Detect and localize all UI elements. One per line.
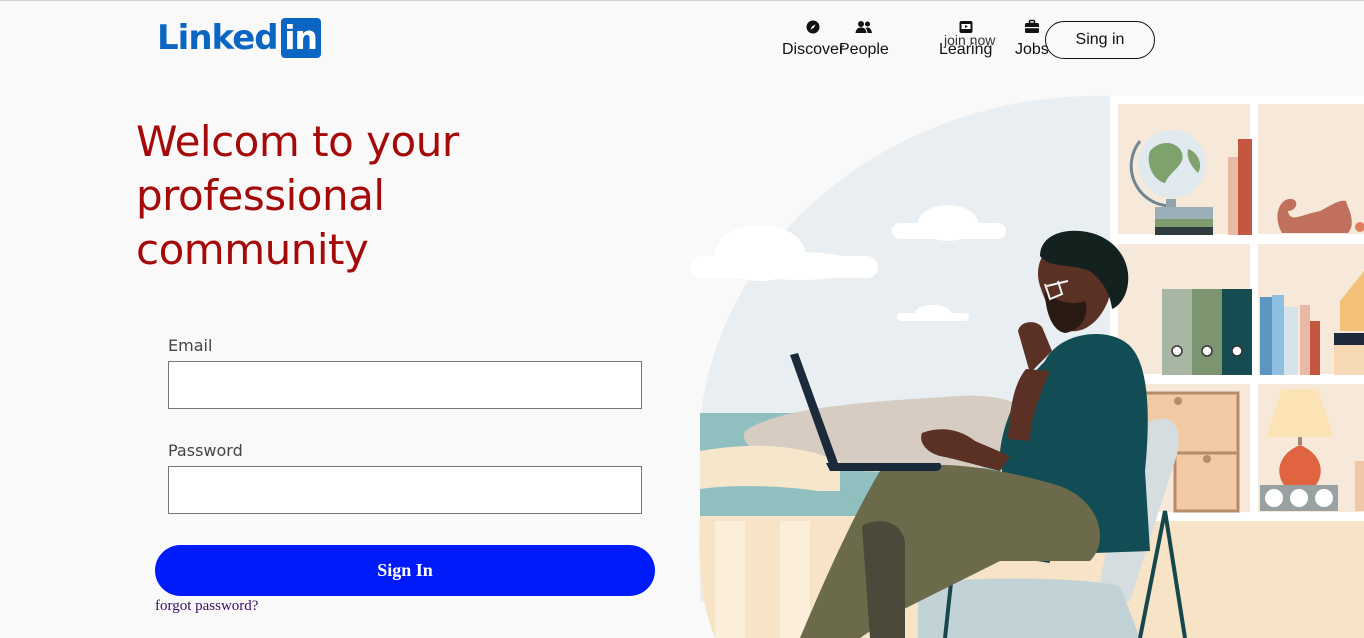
linkedin-logo[interactable]: Linked in [157,18,321,58]
nav-discover[interactable]: Discover [782,19,844,59]
compass-icon [806,20,820,34]
email-field[interactable] [168,361,642,409]
password-field[interactable] [168,466,642,514]
password-label: Password [168,441,243,460]
hero-illustration [690,95,1364,638]
briefcase-icon [1024,19,1039,33]
page-headline: Welcom to your professional community [136,117,459,274]
nav-jobs[interactable]: Jobs [1015,19,1049,59]
logo-wordmark: Linked [157,18,279,58]
nav-discover-label: Discover [782,41,845,58]
sign-in-button[interactable]: Sign In [155,545,655,596]
nav-people[interactable]: People [839,19,889,59]
nav-people-label: People [839,41,889,58]
join-now-link[interactable]: join now [944,33,995,47]
email-label: Email [168,336,213,355]
forgot-password-link[interactable]: forgot password? [155,598,258,615]
nav-jobs-label: Jobs [1015,41,1049,58]
header-sign-in-button[interactable]: Sing in [1045,21,1155,59]
logo-in-box: in [280,18,321,58]
people-icon [855,21,872,33]
